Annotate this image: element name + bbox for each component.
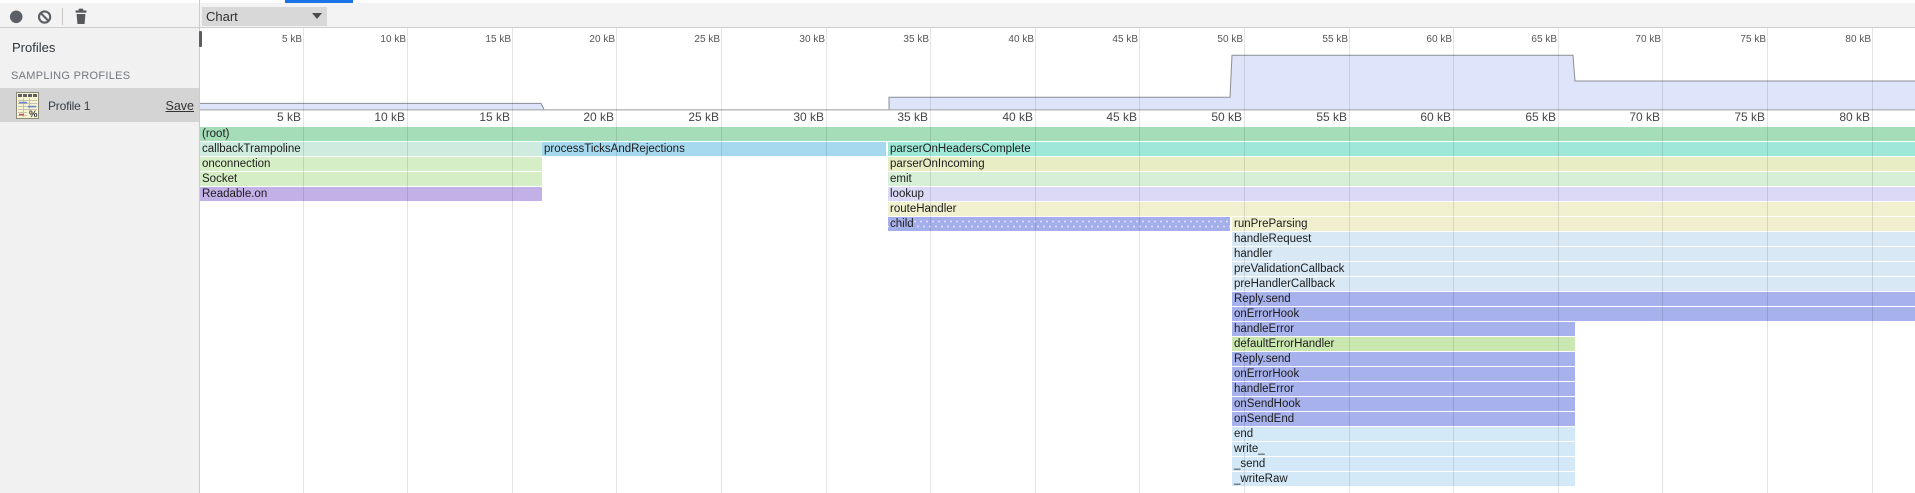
svg-text:%: % [29,109,38,119]
